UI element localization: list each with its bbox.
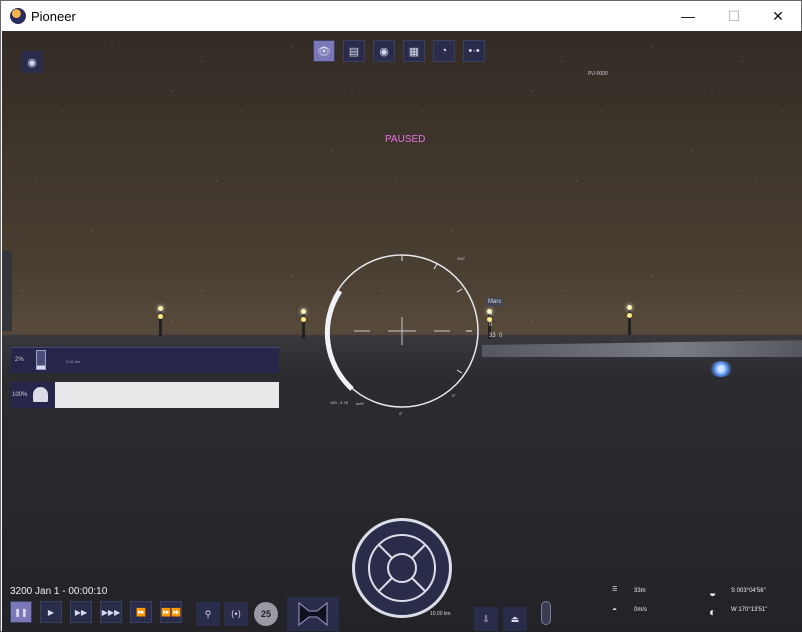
system-view-button[interactable]: ◔ [433, 40, 455, 62]
beacon-light-1 [158, 306, 163, 336]
scanner-percent: 2% [15, 357, 24, 363]
minimize-button[interactable]: — [665, 1, 711, 31]
view-toggle-button[interactable]: 👁 [313, 40, 335, 62]
altitude-readouts: 0 0 33 0 [489, 309, 502, 342]
heading-right-label: 0° [452, 393, 456, 398]
title-bar: Pioneer — ☐ ✕ [1, 1, 801, 31]
autopilot-button[interactable]: ⇩ [474, 607, 498, 631]
speed-arc [324, 289, 354, 391]
scanner-gauge-icon [36, 350, 46, 370]
play-button[interactable]: ▶ [40, 601, 62, 623]
ship-info-button[interactable]: ▤ [343, 40, 365, 62]
fuel-label-box: 100% [11, 382, 55, 408]
beacon-light-4 [627, 305, 632, 335]
comms-button[interactable]: ◉ [373, 40, 395, 62]
speed-5-button[interactable]: ⏩⏩ [160, 601, 182, 623]
sector-map-button[interactable]: ▦ [403, 40, 425, 62]
time-acceleration-bar: ❚❚ ▶ ▶▶ ▶▶▶ ⏩ ⏩⏩ [10, 601, 182, 623]
readout-bottom: 33 0 [489, 333, 503, 339]
launch-tower [2, 251, 12, 331]
ship-registration: PU-0000 [588, 71, 608, 77]
flight-reticle [324, 254, 479, 408]
game-viewport[interactable]: ◉ 👁 ▤ ◉ ▦ ◔ •·• PU-0000 PAUSED 200° 0° 0… [2, 31, 802, 632]
vertical-speed-icon: ⏶ [612, 607, 617, 613]
blue-beacon-light [709, 361, 733, 377]
target-label[interactable]: Mars [486, 298, 504, 306]
pause-button[interactable]: ❚❚ [10, 601, 32, 623]
maximize-button[interactable]: ☐ [711, 1, 757, 31]
scanner-value: 0.62 km [66, 359, 81, 364]
thrust-slider-handle[interactable] [541, 601, 551, 625]
fuel-percent: 100% [12, 392, 28, 398]
speed-4-button[interactable]: ⏩ [130, 601, 152, 623]
altitude-value: 33m [634, 588, 646, 594]
heading-bottom-label: 0° [399, 411, 403, 416]
thrust-indicator-pad[interactable] [287, 597, 339, 631]
fuel-tank-icon [33, 387, 48, 402]
navigation-disc[interactable] [352, 518, 452, 618]
longitude-icon: ◐ [709, 605, 717, 619]
hyperspace-button[interactable]: ⟨•⟩ [224, 602, 248, 626]
latitude-icon: ◒ [709, 586, 717, 600]
scanner-bar: 2% 0.62 km [11, 347, 279, 373]
altitude-icon: ☰ [612, 587, 618, 593]
game-datetime: 3200 Jan 1 - 00:00:10 [10, 586, 108, 597]
top-toolbar: 👁 ▤ ◉ ▦ ◔ •·• [313, 40, 485, 62]
longitude-value: W 170°13'51" [731, 607, 768, 613]
speed-readout: 100 , 9.78 [330, 400, 348, 405]
launch-button[interactable]: ⏏ [503, 607, 527, 631]
speed-2-button[interactable]: ▶▶ [70, 601, 92, 623]
speed-unit: m/s² [356, 401, 364, 406]
landing-gear-button[interactable]: ⚲ [196, 602, 220, 626]
paused-indicator: PAUSED [385, 134, 426, 145]
game-window: Pioneer — ☐ ✕ ◉ 👁 ▤ ◉ ▦ ◔ •·• PU-0000 PA… [0, 0, 802, 632]
target-distance: 10.00 km [430, 611, 451, 617]
thrust-indicator-icon [298, 601, 328, 627]
close-button[interactable]: ✕ [755, 1, 801, 31]
vertical-speed-value: 0m/s [634, 607, 648, 613]
speed-limiter-button[interactable]: 25 [254, 602, 278, 626]
readout-mid: 0 [489, 322, 493, 328]
fuel-bar: 100% [11, 382, 279, 408]
nav-disc-icon [368, 534, 436, 602]
window-title: Pioneer [31, 9, 76, 24]
latitude-value: S 003°04'56" [731, 588, 766, 594]
orbit-view-button[interactable]: •·• [463, 40, 485, 62]
readout-top: 0 [489, 311, 493, 317]
beacon-light-2 [301, 309, 306, 339]
heading-top-label: 200° [457, 256, 466, 261]
pioneer-logo-icon [10, 8, 26, 24]
comms-status-icon[interactable]: ◉ [21, 51, 43, 73]
speed-3-button[interactable]: ▶▶▶ [100, 601, 122, 623]
